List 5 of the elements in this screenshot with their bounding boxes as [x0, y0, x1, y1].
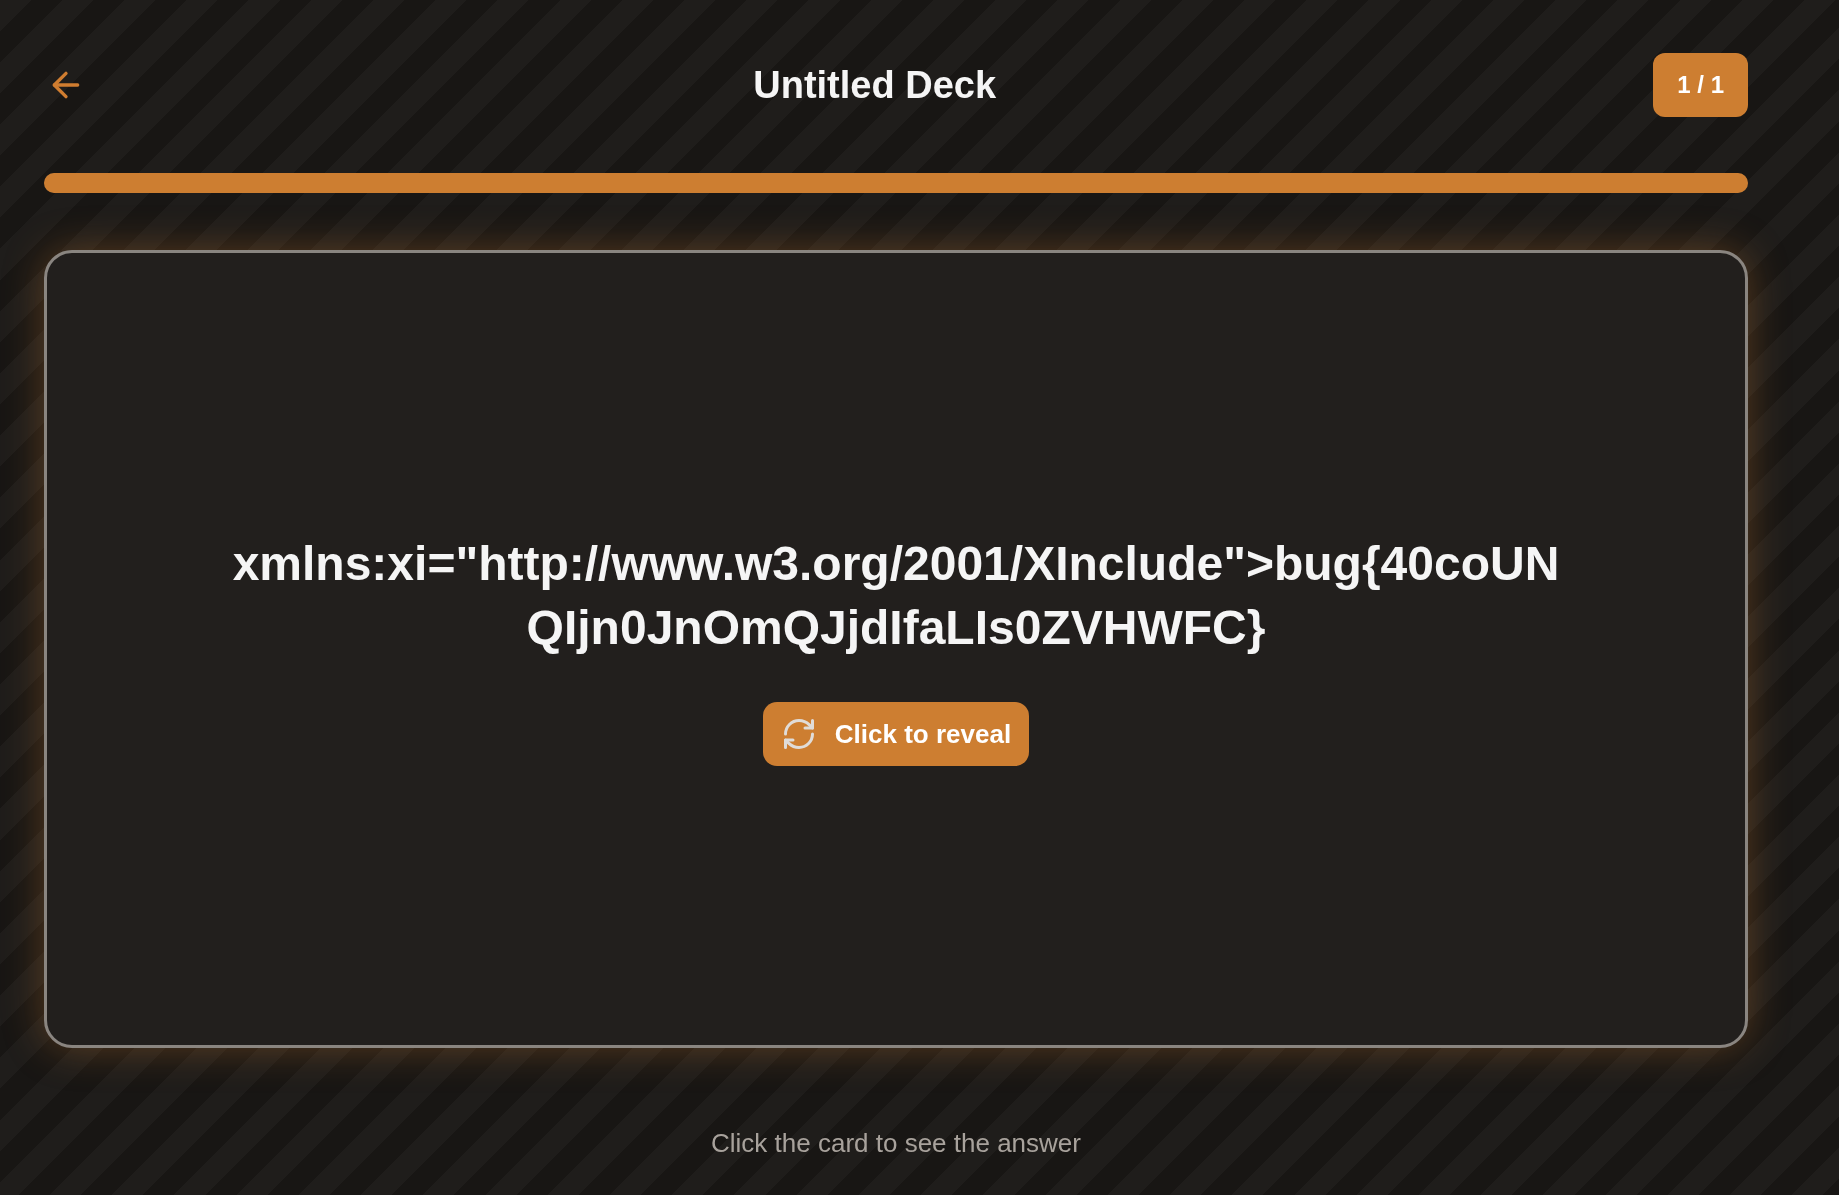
- flashcard[interactable]: xmlns:xi="http://www.w3.org/2001/XInclude">bug{40coUNQIjn0JnOmQJjdIfaLIs0ZVHWFC} Click to reveal: [44, 250, 1748, 1048]
- hint-text: Click the card to see the answer: [710, 1127, 1082, 1160]
- card-counter: 1 / 1: [1653, 53, 1748, 117]
- deck-title: Untitled Deck: [753, 62, 997, 108]
- question-text: xmlns:xi="http://www.w3.org/2001/XInclude">bug{40coUNQIjn0JnOmQJjdIfaLIs0ZVHWFC}: [231, 536, 1561, 656]
